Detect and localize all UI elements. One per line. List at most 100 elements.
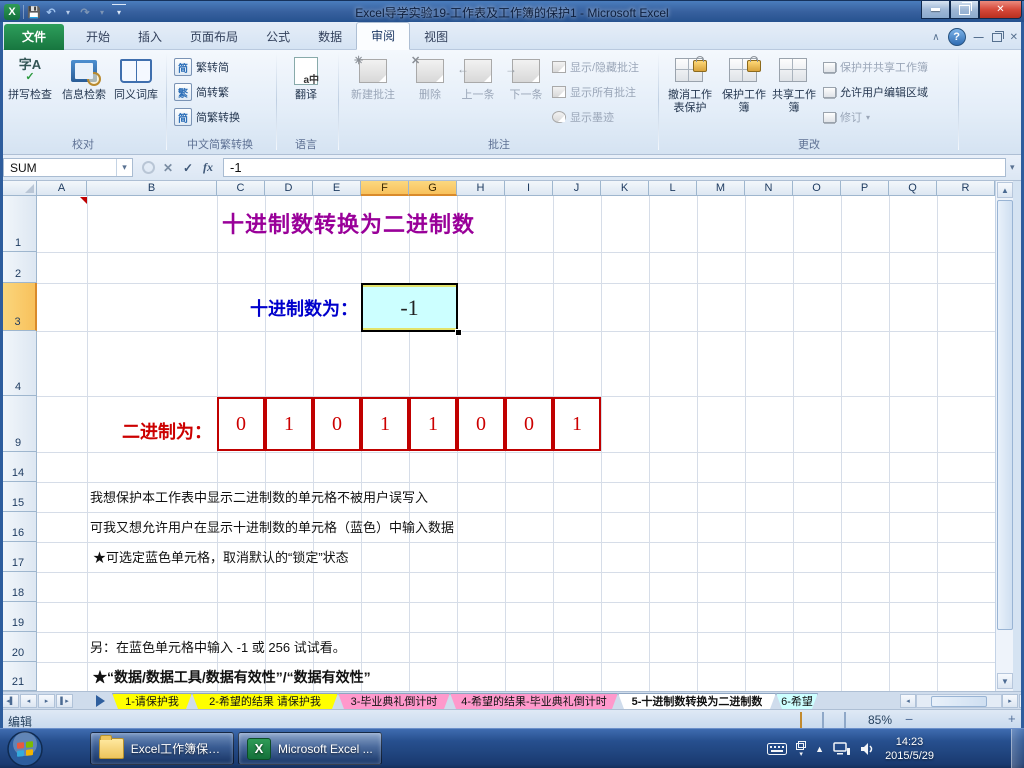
column-header[interactable]: E xyxy=(313,181,361,196)
spell-check-button[interactable]: 字A ✓ 拼写检查 xyxy=(4,53,56,133)
minimize-button[interactable] xyxy=(921,1,950,19)
column-header[interactable]: K xyxy=(601,181,649,196)
close-button[interactable]: ✕ xyxy=(979,1,1022,19)
next-sheet-icon[interactable]: ▸ xyxy=(38,694,55,708)
column-header[interactable]: N xyxy=(745,181,793,196)
tab-data[interactable]: 数据 xyxy=(304,24,356,50)
restore-button[interactable] xyxy=(950,1,979,19)
column-header-selected[interactable]: F xyxy=(361,181,409,196)
row-header[interactable]: 14 xyxy=(0,452,37,482)
row-header[interactable]: 15 xyxy=(0,482,37,512)
scroll-down-icon[interactable]: ▼ xyxy=(997,673,1013,689)
insert-function-icon[interactable]: fx xyxy=(199,159,217,177)
translate-button[interactable]: a中 翻译 xyxy=(280,53,332,133)
row-header[interactable]: 1 xyxy=(0,196,37,252)
column-header[interactable]: Q xyxy=(889,181,937,196)
binary-cell[interactable]: 1 xyxy=(553,397,601,451)
minimize-ribbon-icon[interactable]: ∧ xyxy=(932,32,939,43)
show-hidden-icons[interactable]: ▲ xyxy=(815,744,824,754)
column-header[interactable]: L xyxy=(649,181,697,196)
page-layout-view-icon[interactable] xyxy=(822,712,824,728)
name-box-dropdown-icon[interactable]: ▾ xyxy=(116,159,132,176)
column-header[interactable]: O xyxy=(793,181,841,196)
first-sheet-icon[interactable]: ◂▌ xyxy=(2,694,19,708)
row-header[interactable]: 16 xyxy=(0,512,37,542)
row-header[interactable]: 19 xyxy=(0,602,37,632)
sheet-tab[interactable]: 1-请保护我 xyxy=(112,693,192,709)
protect-workbook-button[interactable]: 保护工作簿 xyxy=(718,53,770,133)
normal-view-icon[interactable] xyxy=(800,712,802,728)
column-header-selected[interactable]: G xyxy=(409,181,457,196)
binary-cell[interactable]: 0 xyxy=(457,397,505,451)
previous-sheet-icon[interactable]: ◂ xyxy=(20,694,37,708)
binary-cell[interactable]: 0 xyxy=(505,397,553,451)
binary-cell[interactable]: 1 xyxy=(265,397,313,451)
taskbar-app-folder[interactable]: Excel工作簿保护... xyxy=(90,732,234,765)
network-icon[interactable] xyxy=(833,742,851,756)
column-header[interactable]: J xyxy=(553,181,601,196)
sheet-tab[interactable]: 3-毕业典礼倒计时 xyxy=(338,693,450,709)
formula-input[interactable]: -1 xyxy=(223,158,1006,177)
taskbar-app-excel[interactable]: X Microsoft Excel ... xyxy=(238,732,382,765)
cancel-icon[interactable]: ✕ xyxy=(159,159,177,177)
decimal-input-cell[interactable]: -1 xyxy=(361,283,458,332)
sheet-tab[interactable]: 2-希望的结果 请保护我 xyxy=(192,693,338,709)
zoom-level[interactable]: 85% xyxy=(868,713,892,727)
binary-cell[interactable]: 0 xyxy=(217,397,265,451)
research-button[interactable]: 信息检索 xyxy=(58,53,110,133)
row-header-selected[interactable]: 3 xyxy=(0,283,37,331)
row-header[interactable]: 4 xyxy=(0,331,37,396)
row-header[interactable]: 9 xyxy=(0,396,37,452)
enter-icon[interactable]: ✓ xyxy=(179,159,197,177)
column-header[interactable]: H xyxy=(457,181,505,196)
tab-review[interactable]: 审阅 xyxy=(356,22,411,50)
column-header[interactable]: D xyxy=(265,181,313,196)
trad-to-simp-button[interactable]: 简 繁转简 xyxy=(174,56,229,78)
sheet-tab-active[interactable]: 5-十进制数转换为二进制数 xyxy=(618,693,776,709)
zoom-out-icon[interactable]: − xyxy=(905,711,913,727)
last-sheet-icon[interactable]: ▌▸ xyxy=(56,694,73,708)
convert-button[interactable]: 简 简繁转换 xyxy=(174,106,240,128)
vertical-scroll-thumb[interactable] xyxy=(997,200,1013,630)
hscroll-left-icon[interactable]: ◂ xyxy=(900,694,916,708)
show-desktop-button[interactable] xyxy=(1011,729,1024,768)
help-icon[interactable]: ? xyxy=(947,28,966,46)
column-header[interactable]: M xyxy=(697,181,745,196)
vertical-scrollbar[interactable]: ▲ ▼ xyxy=(995,181,1013,691)
sheet-tab[interactable]: 4-希望的结果-毕业典礼倒计时 xyxy=(450,693,618,709)
select-all-corner[interactable] xyxy=(0,181,37,196)
start-button[interactable] xyxy=(6,730,44,768)
unprotect-sheet-button[interactable]: 撤消工作表保护 xyxy=(664,53,716,133)
column-header[interactable]: P xyxy=(841,181,889,196)
row-header[interactable]: 17 xyxy=(0,542,37,572)
column-header[interactable]: A xyxy=(37,181,87,196)
name-box[interactable]: SUM ▾ xyxy=(3,158,133,177)
language-bar-icon[interactable]: ▾ xyxy=(796,740,807,758)
keyboard-icon[interactable] xyxy=(767,743,788,755)
file-tab[interactable]: 文件 xyxy=(4,24,65,50)
thesaurus-button[interactable]: 同义词库 xyxy=(110,53,162,133)
row-header[interactable]: 20 xyxy=(0,632,37,662)
row-header[interactable]: 2 xyxy=(0,252,37,283)
binary-cell[interactable]: 1 xyxy=(361,397,409,451)
allow-users-edit-button[interactable]: 允许用户编辑区域 xyxy=(822,81,928,103)
binary-cell[interactable]: 1 xyxy=(409,397,457,451)
page-break-view-icon[interactable] xyxy=(844,712,846,728)
column-header[interactable]: B xyxy=(87,181,217,196)
fill-handle[interactable] xyxy=(455,329,462,336)
tab-formulas[interactable]: 公式 xyxy=(252,24,304,50)
column-header[interactable]: R xyxy=(937,181,995,196)
sheet-tab[interactable]: 6-希望 xyxy=(776,693,818,709)
volume-icon[interactable] xyxy=(860,742,876,756)
row-header[interactable]: 18 xyxy=(0,572,37,602)
tab-page-layout[interactable]: 页面布局 xyxy=(176,24,252,50)
taskbar-clock[interactable]: 14:23 2015/5/29 xyxy=(885,735,934,763)
workbook-close-icon[interactable]: ✕ xyxy=(1010,32,1018,43)
tab-home[interactable]: 开始 xyxy=(72,24,124,50)
hscroll-right-icon[interactable]: ▸ xyxy=(1002,694,1018,708)
row-header[interactable]: 21 xyxy=(0,662,37,691)
scroll-up-icon[interactable]: ▲ xyxy=(997,182,1013,198)
column-header[interactable]: C xyxy=(217,181,265,196)
column-header[interactable]: I xyxy=(505,181,553,196)
binary-cell[interactable]: 0 xyxy=(313,397,361,451)
